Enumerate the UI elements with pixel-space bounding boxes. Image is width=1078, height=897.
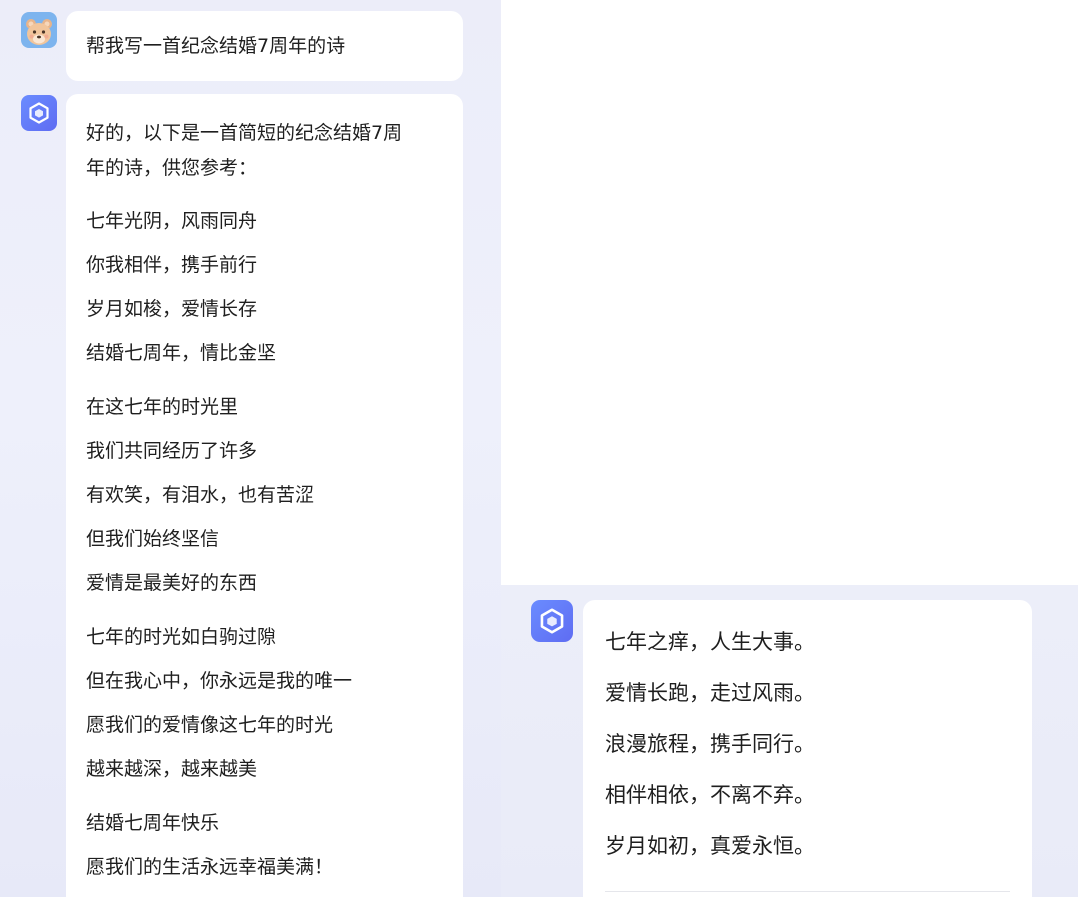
- poem-line: 愿我们的爱情像这七年的时光: [86, 714, 334, 736]
- poem-line: 七年光阴，风雨同舟: [86, 210, 258, 232]
- bot-intro-line: 好的，以下是一首简短的纪念结婚7周: [86, 122, 403, 144]
- bot-intro-line: 年的诗，供您参考：: [86, 157, 258, 179]
- cube-logo-icon: [531, 600, 573, 642]
- user-message-text: 帮我写一首纪念结婚7周年的诗: [86, 35, 346, 57]
- bot-message-bubble: 七年之痒，人生大事。 爱情长跑，走过风雨。 浪漫旅程，携手同行。 相伴相依，不离…: [583, 600, 1032, 897]
- poem-line: 我们共同经历了许多: [86, 440, 258, 462]
- bear-avatar-icon: [21, 12, 57, 48]
- poem-line: 在这七年的时光里: [86, 396, 239, 418]
- bot-message-bubble: 好的，以下是一首简短的纪念结婚7周 年的诗，供您参考： 七年光阴，风雨同舟 你我…: [66, 94, 463, 897]
- poem-line: 结婚七周年，情比金坚: [86, 342, 277, 364]
- poem-line: 你我相伴，携手前行: [86, 254, 258, 276]
- poem-line: 愿我们的生活永远幸福美满！: [86, 856, 334, 878]
- user-message-bubble: 帮我写一首纪念结婚7周年的诗: [66, 11, 463, 81]
- poem-line: 爱情长跑，走过风雨。: [605, 681, 815, 705]
- divider: [605, 891, 1010, 892]
- poem-line: 结婚七周年快乐: [86, 812, 220, 834]
- poem-line: 岁月如初，真爱永恒。: [605, 834, 815, 858]
- poem-line: 七年之痒，人生大事。: [605, 630, 815, 654]
- poem-line: 七年的时光如白驹过隙: [86, 626, 277, 648]
- chat-panel-left: 帮我写一首纪念结婚7周年的诗 好的，以下是一首简短的纪念结婚7周 年的诗，供您参…: [0, 0, 501, 897]
- poem-line: 但在我心中，你永远是我的唯一: [86, 670, 353, 692]
- poem-line: 岁月如梭，爱情长存: [86, 298, 258, 320]
- poem-line: 越来越深，越来越美: [86, 758, 258, 780]
- poem-line: 相伴相依，不离不弃。: [605, 783, 815, 807]
- poem-line: 爱情是最美好的东西: [86, 572, 258, 594]
- poem-line: 浪漫旅程，携手同行。: [605, 732, 815, 756]
- poem-line: 但我们始终坚信: [86, 528, 220, 550]
- chat-panel-right: 七年之痒，人生大事。 爱情长跑，走过风雨。 浪漫旅程，携手同行。 相伴相依，不离…: [501, 585, 1078, 897]
- blank-area: [501, 0, 1078, 585]
- cube-logo-icon: [21, 95, 57, 131]
- poem-line: 有欢笑，有泪水，也有苦涩: [86, 484, 315, 506]
